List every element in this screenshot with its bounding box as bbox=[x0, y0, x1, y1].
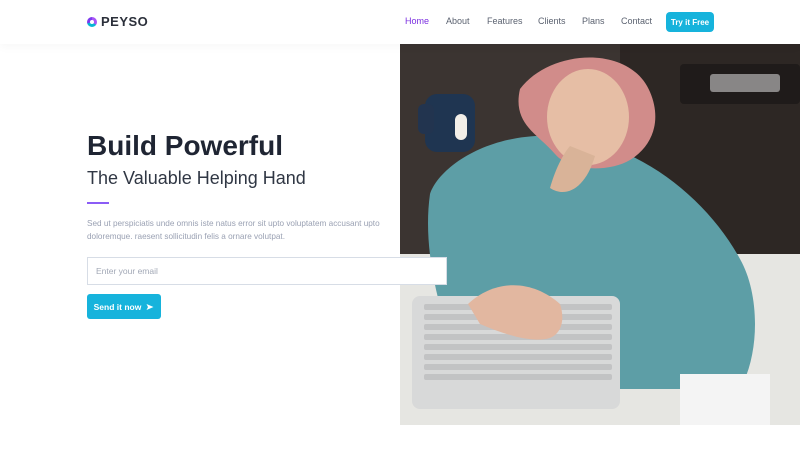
brand-logo[interactable]: PEYSO bbox=[87, 14, 148, 29]
send-button[interactable]: Send it now bbox=[87, 294, 161, 319]
nav-features[interactable]: Features bbox=[487, 16, 523, 26]
nav-contact[interactable]: Contact bbox=[621, 16, 652, 26]
logo-mark-icon bbox=[87, 16, 97, 27]
site-header: PEYSO Home About Features Clients Plans … bbox=[0, 0, 800, 44]
title-divider bbox=[87, 202, 109, 204]
nav-home[interactable]: Home bbox=[405, 16, 429, 26]
try-free-button[interactable]: Try it Free bbox=[666, 12, 714, 32]
nav-about[interactable]: About bbox=[446, 16, 470, 26]
hero-photo bbox=[400, 44, 800, 425]
send-icon bbox=[146, 303, 154, 310]
send-button-label: Send it now bbox=[93, 301, 142, 312]
email-input[interactable] bbox=[87, 257, 447, 285]
hero-subtitle: The Valuable Helping Hand bbox=[87, 168, 306, 188]
nav-clients[interactable]: Clients bbox=[538, 16, 566, 26]
hero-description: Sed ut perspiciatis unde omnis iste natu… bbox=[87, 219, 380, 241]
hero-title: Build Powerful bbox=[87, 130, 283, 161]
brand-name: PEYSO bbox=[101, 14, 149, 29]
nav-plans[interactable]: Plans bbox=[582, 16, 605, 26]
